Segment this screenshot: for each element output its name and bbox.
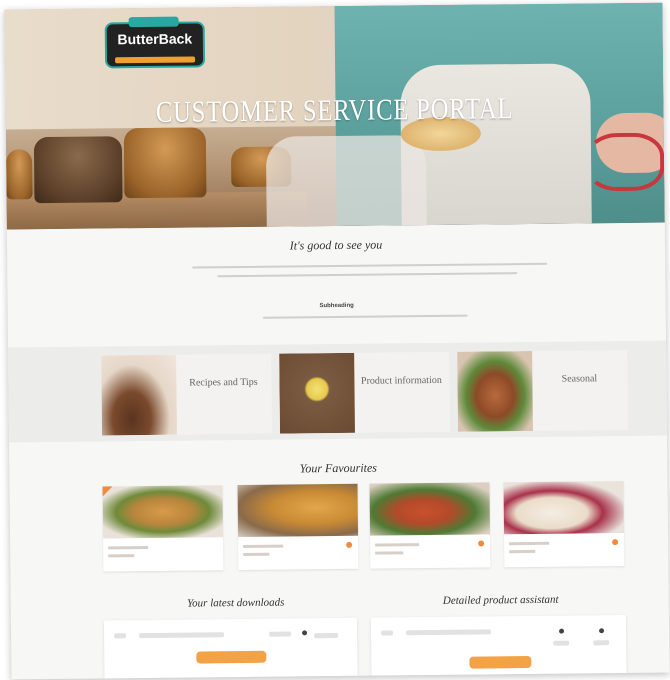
- sub-text-line: [262, 314, 468, 319]
- category-image: [279, 352, 355, 434]
- category-card-recipes[interactable]: Recipes and Tips: [101, 353, 272, 436]
- category-label: Product information: [360, 374, 442, 387]
- assistant-option-radio[interactable]: [599, 628, 605, 634]
- hero-title: CUSTOMER SERVICE PORTAL: [155, 92, 514, 129]
- brand-logo[interactable]: ButterBack: [104, 16, 206, 69]
- favourite-card[interactable]: [237, 483, 359, 571]
- assistant-query-input[interactable]: [406, 629, 492, 636]
- bread-loaf: [5, 149, 33, 200]
- portal-page: CUSTOMER SERVICE PORTAL ButterBack It's …: [4, 2, 670, 680]
- favourite-marker-icon[interactable]: [346, 541, 353, 548]
- intro-heading: It's good to see you: [289, 237, 383, 253]
- scissors-icon: [585, 132, 665, 192]
- category-image: [101, 354, 177, 436]
- assistant-heading: Detailed product assistant: [442, 593, 559, 607]
- downloads-heading: Your latest downloads: [186, 596, 285, 610]
- favourite-card[interactable]: [102, 485, 224, 572]
- favourite-card[interactable]: [369, 482, 491, 569]
- download-filter-select[interactable]: [269, 631, 292, 637]
- assistant-panel: [370, 614, 627, 676]
- category-image: [457, 350, 533, 432]
- favourite-image: [503, 481, 625, 535]
- brand-logo-text: ButterBack: [117, 30, 193, 48]
- favourite-card[interactable]: [503, 481, 625, 568]
- assistant-label: [381, 630, 394, 636]
- intro-text-line: [217, 272, 518, 278]
- category-label: Recipes and Tips: [189, 376, 258, 389]
- assistant-option-label: [593, 640, 610, 646]
- category-card-product[interactable]: Product information: [279, 351, 450, 434]
- download-search-field[interactable]: [114, 633, 127, 639]
- favourite-image: [369, 482, 491, 536]
- category-label: Seasonal: [561, 373, 598, 385]
- favourites-heading: Your Favourites: [299, 460, 378, 476]
- downloads-panel: [103, 617, 358, 679]
- favourite-image: [102, 485, 224, 539]
- assistant-option-radio[interactable]: [559, 628, 565, 634]
- download-search-input[interactable]: [139, 632, 225, 639]
- favourite-marker-icon[interactable]: [612, 539, 619, 546]
- assistant-submit-button[interactable]: [469, 655, 532, 669]
- favourite-marker-icon[interactable]: [478, 540, 485, 547]
- download-option-radio[interactable]: [302, 630, 308, 636]
- category-card-seasonal[interactable]: Seasonal: [457, 349, 628, 432]
- intro-text-line: [192, 262, 548, 269]
- favourite-image: [237, 483, 359, 538]
- bread-loaf: [33, 136, 123, 204]
- hero-banner: CUSTOMER SERVICE PORTAL ButterBack: [4, 2, 665, 230]
- sub-heading: Subheading: [319, 302, 354, 310]
- download-sort-select[interactable]: [314, 633, 339, 639]
- assistant-option-label: [553, 640, 570, 646]
- downloads-submit-button[interactable]: [196, 650, 267, 664]
- bread-loaf: [123, 127, 207, 199]
